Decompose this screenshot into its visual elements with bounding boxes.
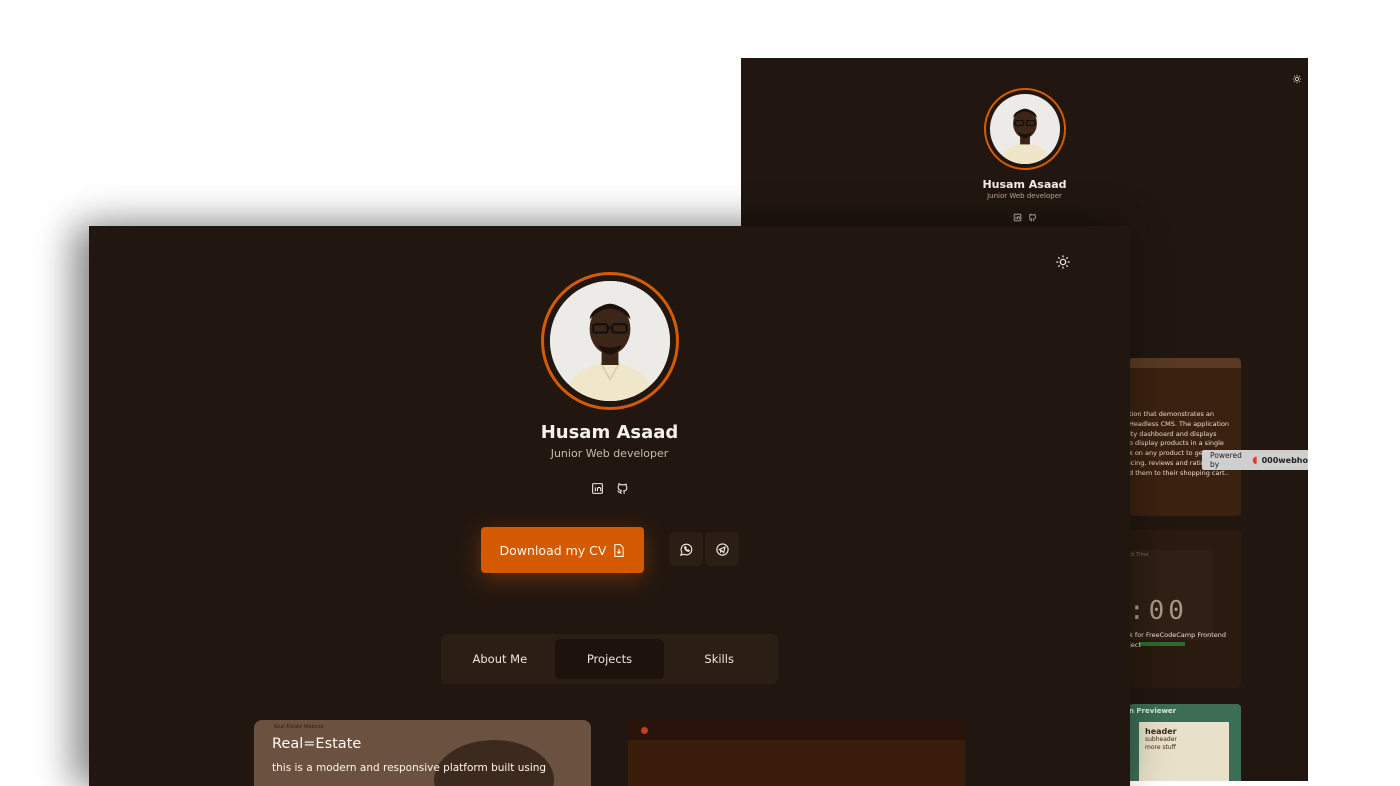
linkedin-icon[interactable] [1013, 213, 1022, 222]
project-thumbnail [628, 720, 965, 740]
profile-name: Husam Asaad [540, 422, 679, 443]
project-thumb-digits: :00 [1129, 596, 1188, 626]
profile-name: Husam Asaad [982, 178, 1067, 191]
profile-role: Junior Web developer [987, 192, 1062, 200]
preview-line: subheader [1145, 736, 1177, 743]
avatar [541, 272, 679, 410]
project-card[interactable]: Real Estate Website Real=Estate this is … [254, 720, 591, 786]
project-thumb-label: ck Time [1129, 552, 1149, 558]
social-links [591, 482, 629, 495]
profile-photo [550, 281, 670, 401]
project-description: this is a modern and responsive platform… [272, 762, 547, 774]
tab-skills[interactable]: Skills [664, 639, 774, 679]
project-card[interactable] [628, 720, 965, 786]
profile-role: Junior Web developer [550, 447, 669, 460]
whatsapp-icon [679, 543, 692, 556]
project-card-preview: tion that demonstrates an Headless CMS. … [1129, 358, 1241, 516]
github-icon[interactable] [1028, 213, 1037, 222]
theme-toggle-icon[interactable] [1055, 254, 1071, 270]
project-thumb-header: n Previewer [1129, 707, 1177, 715]
theme-toggle-icon[interactable] [1292, 74, 1302, 84]
logo-icon [641, 727, 648, 734]
tab-about-me[interactable]: About Me [445, 639, 555, 679]
project-thumb-label: Real Estate Website [274, 724, 324, 730]
hosting-logo-icon: ◖ [1252, 454, 1258, 466]
download-cv-label: Download my CV [499, 542, 607, 558]
badge-label: Powered by [1210, 451, 1242, 469]
linkedin-icon[interactable] [591, 482, 604, 495]
badge-brand: 000webho [1261, 455, 1308, 465]
github-icon[interactable] [616, 482, 629, 495]
portfolio-page: Husam Asaad Junior Web developer Downloa… [89, 226, 1130, 786]
project-description: k for FreeCodeCamp Frontend ject [1129, 631, 1226, 649]
tab-projects[interactable]: Projects [554, 639, 665, 679]
preview-line: header [1145, 727, 1177, 736]
preview-line: more stuff [1145, 744, 1176, 751]
file-download-icon [614, 543, 625, 557]
whatsapp-button[interactable] [669, 532, 703, 566]
telegram-button[interactable] [705, 532, 739, 566]
avatar [984, 88, 1066, 170]
telegram-icon [715, 542, 729, 556]
profile-photo [990, 94, 1060, 164]
project-title: Real=Estate [272, 736, 362, 752]
project-card-preview: n Previewer header subheader more stuff [1129, 704, 1241, 781]
download-cv-button[interactable]: Download my CV [481, 527, 644, 573]
section-tabs: About Me Projects Skills [441, 634, 778, 684]
project-card-preview: ck Time :00 k for FreeCodeCamp Frontend … [1129, 530, 1241, 688]
hosting-badge[interactable]: Powered by ◖ 000webho [1202, 450, 1308, 470]
